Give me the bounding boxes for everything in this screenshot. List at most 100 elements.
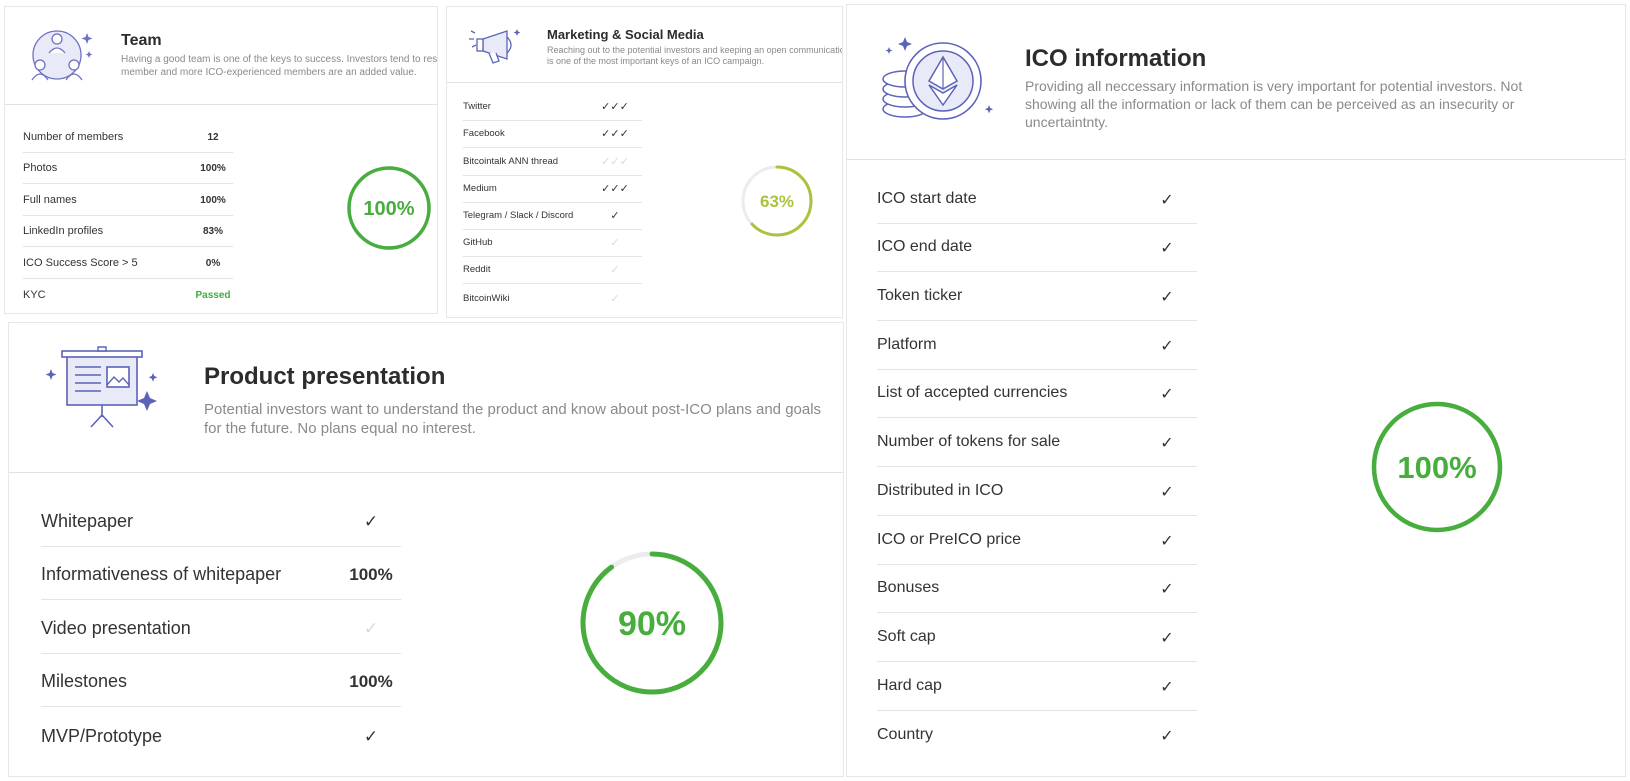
table-row: ICO start date ✓ (877, 175, 1197, 224)
check-icon: ✓ (1160, 191, 1174, 209)
row-label: MVP/Prototype (41, 725, 163, 746)
team-icon (31, 30, 93, 81)
row-label: List of accepted currencies (877, 384, 1068, 402)
table-row: Platform ✓ (877, 321, 1197, 370)
marketing-description-line1: Reaching out to the potential investors … (547, 45, 842, 55)
row-label: Video presentation (41, 617, 191, 638)
row-value: 83% (202, 226, 223, 237)
team-description: Having a good team is one of the keys to… (121, 53, 438, 79)
team-title: Team (121, 32, 162, 49)
ico-score-ring: 100% (1371, 401, 1503, 533)
table-row: List of accepted currencies ✓ (877, 370, 1197, 419)
team-card-header: Team Having a good team is one of the ke… (5, 7, 437, 105)
table-row: Bitcointalk ANN thread ✓✓✓ (463, 148, 642, 176)
marketing-description-line2: is one of the most important keys of an … (547, 56, 765, 66)
ico-description: Providing all neccessary information is … (1025, 78, 1523, 130)
marketing-card: Marketing & Social Media Reaching out to… (446, 6, 843, 318)
table-row: ICO Success Score > 5 0% (23, 247, 233, 279)
ico-title: ICO information (1025, 45, 1207, 72)
row-label: Milestones (41, 671, 128, 691)
product-card-header: Product presentation Potential investors… (9, 323, 843, 473)
row-label: ICO Success Score > 5 (23, 256, 138, 269)
row-label: Photos (23, 162, 58, 174)
check-icon: ✓ (1160, 581, 1174, 599)
row-label: Distributed in ICO (877, 481, 1004, 499)
table-row: ICO or PreICO price ✓ (877, 516, 1197, 565)
ico-score-text: 100% (1397, 450, 1476, 485)
check-icon: ✓✓✓ (601, 128, 629, 141)
check-icon: ✓ (1160, 629, 1174, 647)
check-icon: ✓ (610, 209, 620, 222)
table-row: Distributed in ICO ✓ (877, 467, 1197, 516)
row-label: Bonuses (877, 579, 940, 597)
product-description: Potential investors want to understand t… (204, 401, 822, 437)
row-label: ICO start date (877, 189, 977, 207)
table-row: Twitter ✓✓✓ (463, 94, 642, 122)
row-value: 0% (205, 257, 221, 269)
ico-card: ICO information Providing all neccessary… (846, 4, 1626, 777)
marketing-card-header: Marketing & Social Media Reaching out to… (447, 7, 842, 83)
marketing-score-text: 63% (760, 192, 794, 211)
row-label: ICO or PreICO price (877, 530, 1022, 548)
row-value: 100% (349, 565, 393, 584)
check-icon: ✓✓✓ (601, 101, 629, 114)
table-row: BitcoinWiki ✓ (463, 284, 642, 311)
marketing-description: Reaching out to the potential investors … (547, 45, 842, 67)
row-label: Informativeness of whitepaper (41, 564, 282, 584)
team-score-text: 100% (363, 198, 414, 220)
marketing-score-ring: 63% (741, 165, 813, 237)
product-card: Product presentation Potential investors… (8, 322, 844, 777)
ethereum-coins-icon (882, 37, 994, 120)
table-row: KYC Passed (23, 279, 233, 311)
product-title: Product presentation (204, 363, 446, 390)
check-icon: ✓ (1160, 337, 1174, 355)
check-icon: ✓✓✓ (601, 182, 629, 195)
row-label: Number of tokens for sale (877, 433, 1061, 451)
megaphone-icon (469, 29, 521, 64)
row-label: ICO end date (877, 238, 973, 256)
table-row: Country ✓ (877, 711, 1197, 760)
table-row: Medium ✓✓✓ (463, 176, 642, 203)
team-card: Team Having a good team is one of the ke… (4, 6, 438, 314)
row-value: 100% (349, 672, 393, 691)
table-row: Reddit ✓ (463, 257, 642, 285)
check-icon: ✓ (1160, 240, 1174, 258)
table-row: Token ticker ✓ (877, 272, 1197, 322)
check-icon: ✓ (363, 726, 379, 746)
table-row: Photos 100% (23, 153, 233, 184)
row-value: 100% (200, 194, 226, 206)
row-label: Medium (463, 182, 497, 194)
row-label: Token ticker (877, 287, 963, 305)
table-row: LinkedIn profiles 83% (23, 216, 233, 247)
row-label: Country (877, 726, 934, 744)
table-row: Whitepaper ✓ (41, 493, 401, 547)
ico-card-header: ICO information Providing all neccessary… (847, 5, 1625, 160)
table-row: ICO end date ✓ (877, 224, 1197, 273)
row-label: Reddit (463, 264, 491, 276)
row-label: Telegram / Slack / Discord (463, 209, 574, 221)
team-description-line1: Having a good team is one of the keys to… (121, 54, 438, 65)
check-icon: ✓ (1160, 386, 1174, 404)
product-score-ring: 90% (580, 551, 724, 695)
row-label: Whitepaper (41, 510, 134, 531)
table-row: Number of members 12 (23, 121, 233, 153)
team-score-ring: 100% (347, 166, 431, 250)
table-row: Full names 100% (23, 184, 233, 216)
table-row: MVP/Prototype ✓ (41, 707, 401, 761)
check-icon: ✓ (1160, 678, 1174, 696)
kyc-status-badge: Passed (195, 290, 231, 301)
row-label: KYC (23, 289, 46, 301)
team-description-line2: member and more ICO-experienced members … (121, 67, 417, 78)
table-row: Informativeness of whitepaper 100% (41, 547, 401, 600)
table-row: Hard cap ✓ (877, 662, 1197, 711)
marketing-title: Marketing & Social Media (547, 27, 704, 42)
check-icon: ✓ (610, 264, 620, 277)
row-label: Twitter (463, 101, 491, 113)
check-icon: ✓ (1160, 289, 1174, 307)
presentation-board-icon (45, 346, 158, 428)
row-label: Number of members (23, 130, 124, 143)
row-label: Soft cap (877, 627, 936, 645)
row-label: Hard cap (877, 676, 942, 694)
row-label: LinkedIn profiles (23, 225, 104, 237)
row-label: Facebook (463, 128, 505, 140)
